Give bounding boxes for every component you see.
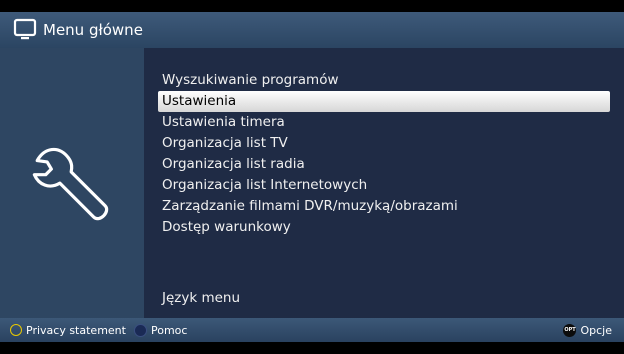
tv-icon (13, 18, 39, 42)
menu-item-organizacja-list-internetowych[interactable]: Organizacja list Internetowych (158, 175, 610, 196)
footer-bar: Privacy statement Pomoc OPT Opcje (0, 318, 624, 342)
page-title: Menu główne (43, 21, 143, 39)
privacy-statement-label[interactable]: Privacy statement (26, 324, 126, 337)
menu-item-dostep-warunkowy[interactable]: Dostęp warunkowy (158, 217, 610, 238)
wrench-icon (32, 138, 116, 238)
opt-button-icon[interactable]: OPT (563, 323, 577, 337)
blue-button-icon[interactable] (133, 323, 147, 337)
header-bar: Menu główne (0, 12, 624, 48)
main-menu: Wyszukiwanie programów Ustawienia Ustawi… (158, 70, 610, 238)
sidebar-panel (0, 48, 144, 318)
menu-item-organizacja-list-tv[interactable]: Organizacja list TV (158, 133, 610, 154)
options-label[interactable]: Opcje (580, 324, 612, 337)
menu-item-jezyk-menu[interactable]: Język menu (158, 288, 240, 309)
tv-screen: Menu główne Wyszukiwanie programów Ustaw… (0, 12, 624, 342)
menu-panel: Wyszukiwanie programów Ustawienia Ustawi… (144, 48, 624, 318)
yellow-button-icon[interactable] (10, 324, 22, 336)
menu-item-zarzadzanie-filmami[interactable]: Zarządzanie filmami DVR/muzyką/obrazami (158, 196, 610, 217)
menu-item-ustawienia[interactable]: Ustawienia (158, 91, 610, 112)
menu-item-organizacja-list-radia[interactable]: Organizacja list radia (158, 154, 610, 175)
help-label[interactable]: Pomoc (151, 324, 187, 337)
menu-item-ustawienia-timera[interactable]: Ustawienia timera (158, 112, 610, 133)
menu-item-wyszukiwanie-programow[interactable]: Wyszukiwanie programów (158, 70, 610, 91)
